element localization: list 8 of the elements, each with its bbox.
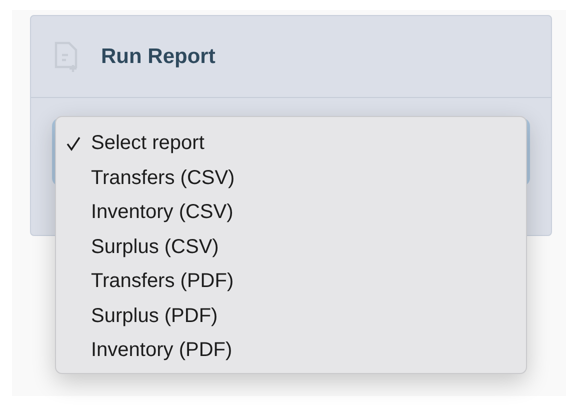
menu-option[interactable]: Surplus (CSV) — [91, 232, 219, 262]
menu-option[interactable]: Inventory (PDF) — [91, 335, 232, 366]
panel-title: Run Report — [101, 44, 216, 70]
menu-option[interactable]: Transfers (CSV) — [91, 162, 235, 193]
menu-option[interactable]: Inventory (CSV) — [91, 197, 234, 228]
menu-option[interactable]: Surplus (PDF) — [91, 300, 218, 331]
menu-option[interactable]: Transfers (PDF) — [91, 266, 234, 296]
menu-option[interactable]: Select report — [91, 128, 204, 158]
